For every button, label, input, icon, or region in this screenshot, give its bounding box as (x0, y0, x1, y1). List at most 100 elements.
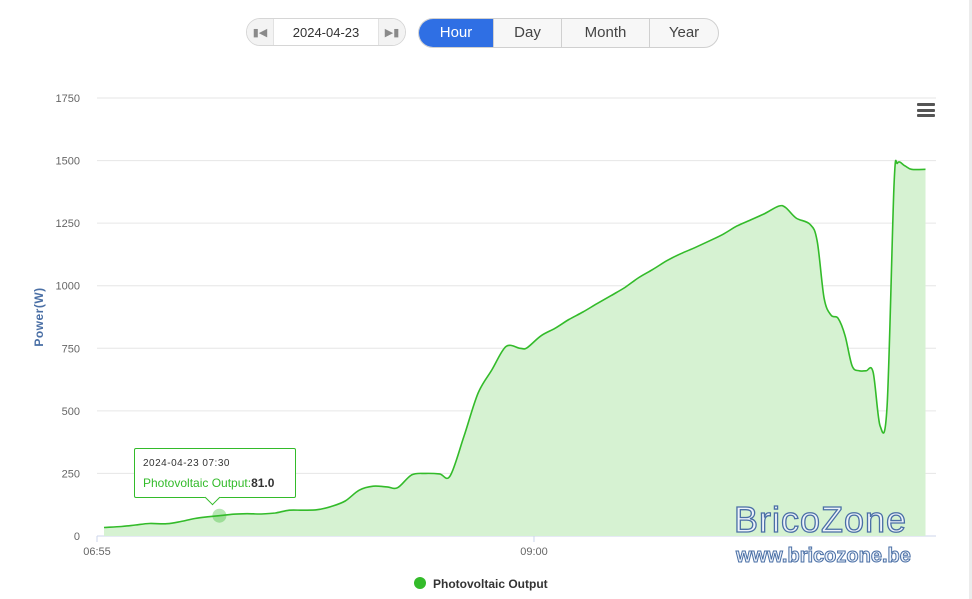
data-point (679, 252, 682, 255)
y-tick-label: 0 (74, 531, 80, 543)
data-point (910, 168, 913, 171)
data-point (396, 486, 399, 489)
tab-month[interactable]: Month (561, 19, 649, 47)
x-tick-label: 09:00 (520, 546, 548, 558)
data-point (816, 239, 819, 242)
y-tick-label: 1000 (56, 281, 80, 293)
data-point (795, 217, 798, 220)
data-point (581, 311, 584, 314)
data-point (519, 347, 522, 350)
data-point (134, 524, 137, 527)
data-point (896, 162, 899, 165)
data-point (449, 474, 452, 477)
x-axis-ticks: 06:55 09:00 (83, 536, 548, 558)
data-point (665, 259, 668, 262)
data-point (372, 485, 375, 488)
data-point (651, 268, 654, 271)
data-point (232, 513, 235, 516)
data-point (165, 522, 168, 525)
data-point (879, 424, 882, 427)
data-point (477, 392, 480, 395)
data-point (693, 246, 696, 249)
data-point (809, 223, 812, 226)
tab-hour[interactable]: Hour (419, 19, 493, 47)
data-point (784, 206, 787, 209)
data-point (148, 522, 151, 525)
data-point (330, 505, 333, 508)
data-point (246, 512, 249, 515)
y-axis-title: Power(W) (32, 287, 46, 346)
data-point (554, 327, 557, 330)
data-point (721, 233, 724, 236)
date-display[interactable]: 2024-04-23 (274, 25, 378, 40)
data-point (749, 218, 752, 221)
data-point (844, 334, 847, 337)
data-point (193, 517, 196, 520)
data-point (623, 286, 626, 289)
data-point (302, 509, 305, 512)
data-point (886, 404, 889, 407)
data-point (207, 515, 210, 518)
date-navigator: ▮◀ 2024-04-23 ▶▮ (246, 18, 406, 46)
y-tick-label: 1500 (56, 156, 80, 168)
data-point (851, 364, 854, 367)
y-tick-label: 750 (62, 343, 80, 355)
tab-year[interactable]: Year (649, 19, 718, 47)
legend-marker (414, 577, 426, 589)
data-point (424, 472, 427, 475)
legend[interactable]: Photovoltaic Output (414, 577, 548, 591)
data-point (830, 314, 833, 317)
data-point (526, 346, 529, 349)
tooltip-series-label: Photovoltaic Output: (143, 476, 252, 490)
watermark-logo-text: BricoZone (734, 499, 907, 540)
data-point (218, 514, 221, 517)
y-tick-label: 1750 (56, 93, 80, 105)
watermark-url-text: www.bricozone.be (735, 545, 911, 567)
data-point (505, 345, 508, 348)
data-point (358, 489, 361, 492)
y-tick-label: 250 (62, 468, 80, 480)
data-point (344, 500, 347, 503)
data-point (707, 240, 710, 243)
tooltip: 2024-04-23 07:30 Photovoltaic Output:81.… (134, 448, 296, 498)
y-tick-label: 1250 (56, 218, 80, 230)
data-point (491, 368, 494, 371)
data-point (386, 485, 389, 488)
data-point (274, 512, 277, 515)
x-tick-label: 06:55 (83, 546, 111, 558)
data-point (438, 472, 441, 475)
data-point (179, 520, 182, 523)
data-point (463, 434, 466, 437)
data-point (410, 473, 413, 476)
y-axis-ticks: 0 250 500 750 1000 1250 1500 1750 (56, 93, 80, 543)
skip-previous-icon[interactable]: ▮◀ (247, 19, 274, 45)
data-point (924, 168, 927, 171)
hamburger-menu-icon[interactable] (917, 103, 935, 117)
data-point (823, 297, 826, 300)
tooltip-timestamp: 2024-04-23 07:30 (143, 458, 230, 469)
data-point (637, 276, 640, 279)
data-point (865, 369, 868, 372)
data-point (567, 318, 570, 321)
tooltip-value: 81.0 (251, 476, 275, 490)
data-point (609, 294, 612, 297)
data-point (837, 317, 840, 320)
skip-next-icon[interactable]: ▶▮ (378, 19, 405, 45)
legend-label[interactable]: Photovoltaic Output (433, 577, 548, 591)
y-tick-label: 500 (62, 406, 80, 418)
hover-marker (212, 508, 227, 523)
data-point (288, 509, 291, 512)
power-chart: 0 250 500 750 1000 1250 1500 1750 06:55 09:00 Po… (32, 93, 936, 591)
period-selector: Hour Day Month Year (418, 18, 719, 48)
data-point (858, 369, 861, 372)
data-point (893, 184, 896, 187)
data-point (260, 513, 263, 516)
data-point (103, 526, 106, 529)
data-point (903, 164, 906, 167)
data-point (316, 508, 319, 511)
data-point (872, 371, 875, 374)
data-point (777, 205, 780, 208)
tab-day[interactable]: Day (493, 19, 561, 47)
data-point (120, 525, 123, 528)
data-point (595, 302, 598, 305)
